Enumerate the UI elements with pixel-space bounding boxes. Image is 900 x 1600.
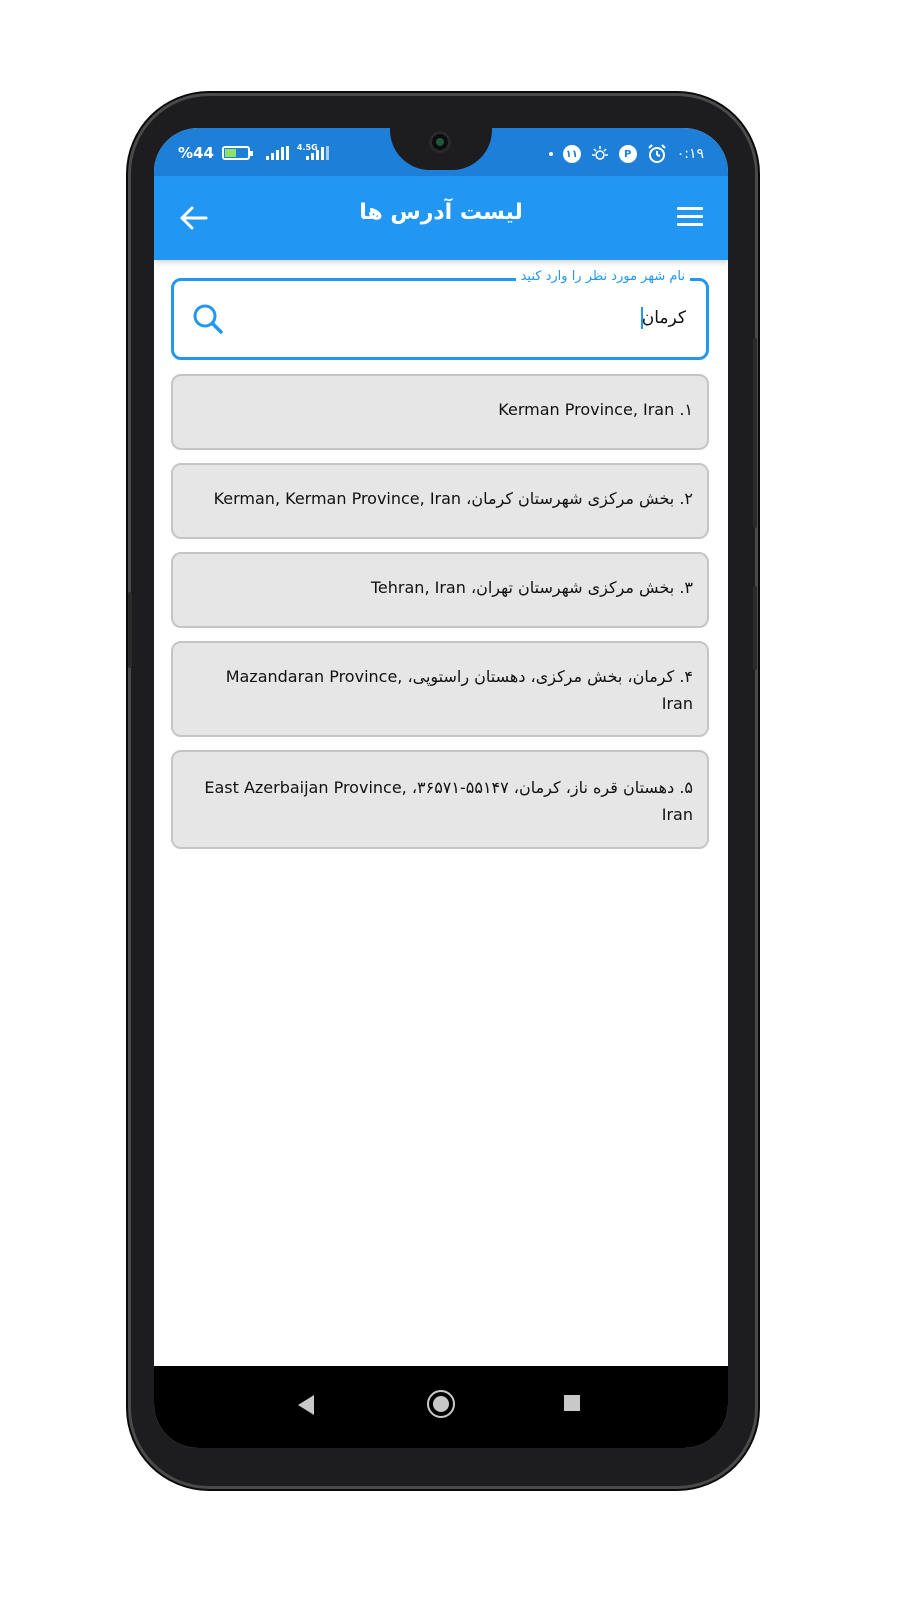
battery-icon xyxy=(221,146,253,160)
results-list: ۱. Kerman Province, Iran ۲. بخش مرکزی شه… xyxy=(171,374,709,862)
menu-button[interactable] xyxy=(672,202,708,234)
clock: ۰:۱۹ xyxy=(676,146,704,162)
alarm-icon xyxy=(648,144,666,163)
status-bar-left: %44 4.5G xyxy=(178,142,329,162)
status-bar: %44 4.5G ۱۱ P ۰:۱۹ xyxy=(154,128,728,176)
network-type: 4.5G xyxy=(296,142,318,152)
left-side-button xyxy=(128,592,132,668)
hamburger-menu-icon xyxy=(672,207,708,226)
system-nav-bar xyxy=(154,1366,728,1448)
power-button xyxy=(753,586,757,670)
front-camera xyxy=(429,131,451,153)
phone-screen: %44 4.5G ۱۱ P ۰:۱۹ لیست آدرس ها نام شهر … xyxy=(154,128,728,1448)
result-item-5[interactable]: ۵. دهستان قره ناز، کرمان، ۵۵۱۴۷-۳۶۵۷۱، E… xyxy=(171,750,709,849)
text-caret xyxy=(641,307,643,329)
nav-home-icon[interactable] xyxy=(427,1390,455,1418)
search-label: نام شهر مورد نظر را وارد کنید xyxy=(515,269,690,284)
search-input[interactable] xyxy=(264,299,688,337)
nav-recents-icon[interactable] xyxy=(564,1395,580,1411)
result-item-4[interactable]: ۴. کرمان، بخش مرکزی، دهستان راستوپی، Maz… xyxy=(171,641,709,737)
result-item-2[interactable]: ۲. بخش مرکزی شهرستان کرمان، Kerman, Kerm… xyxy=(171,463,709,539)
notification-count-icon: ۱۱ xyxy=(562,145,581,163)
result-item-3[interactable]: ۳. بخش مرکزی شهرستان تهران، Tehran, Iran xyxy=(171,552,709,628)
notification-count: ۱۱ xyxy=(565,148,578,160)
brightness-icon xyxy=(591,146,608,160)
signal-icon xyxy=(265,146,289,160)
result-item-1[interactable]: ۱. Kerman Province, Iran xyxy=(171,374,709,450)
volume-button xyxy=(753,338,757,528)
status-bar-right: ۱۱ P ۰:۱۹ xyxy=(548,144,704,164)
page-title: لیست آدرس ها xyxy=(359,200,523,225)
search-icon[interactable] xyxy=(192,303,224,335)
nav-back-icon[interactable] xyxy=(298,1395,314,1415)
battery-percent: %44 xyxy=(178,144,214,162)
search-field[interactable]: نام شهر مورد نظر را وارد کنید xyxy=(171,269,709,360)
app-notification-icon: P xyxy=(618,145,637,163)
app-bar: لیست آدرس ها xyxy=(154,176,728,260)
notification-dot-icon xyxy=(548,152,553,156)
